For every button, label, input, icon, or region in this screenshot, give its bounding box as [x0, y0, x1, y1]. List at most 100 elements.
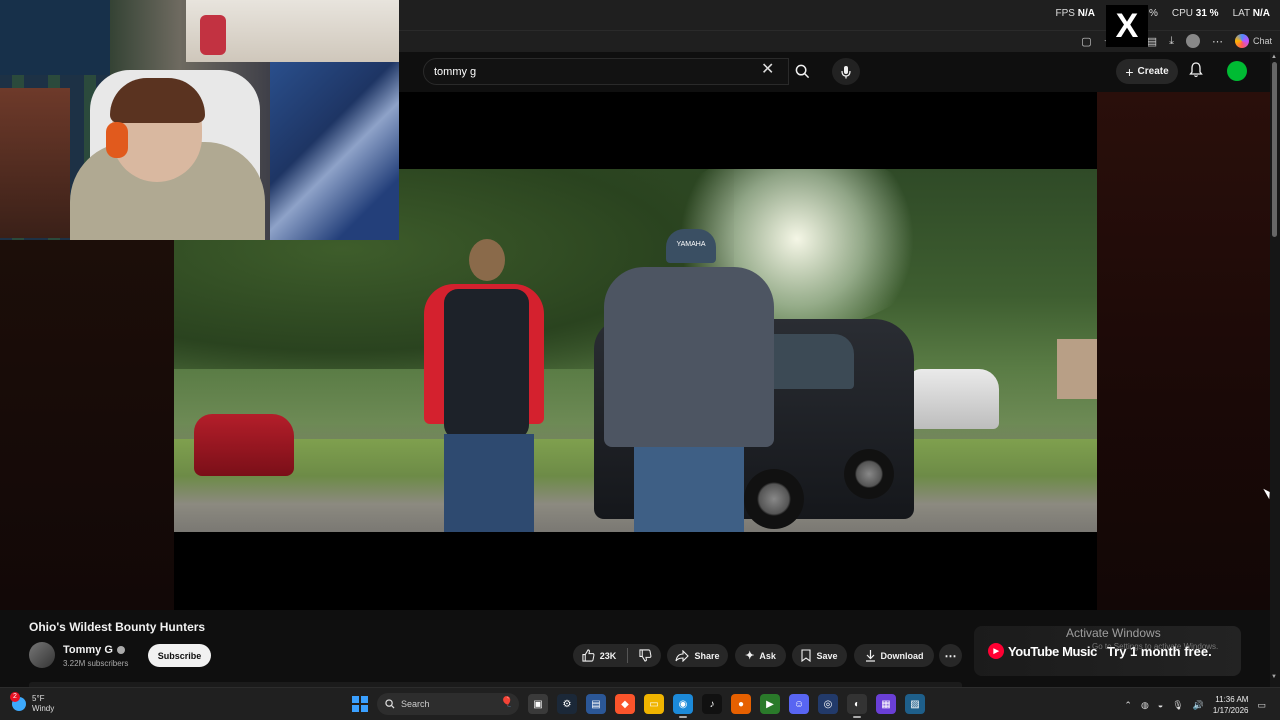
plus-icon: + [1125, 63, 1134, 80]
clock[interactable]: 11:36 AM 1/17/2026 [1213, 694, 1249, 716]
video-suv-wheel [844, 449, 894, 499]
ask-button[interactable]: ✦ Ask [735, 644, 786, 667]
microphone-tray-icon[interactable]: 🎙 [1172, 700, 1183, 711]
app-icon[interactable]: ◎ [818, 694, 838, 714]
like-divider [627, 648, 629, 663]
steam-icon[interactable]: ⚙ [557, 694, 577, 714]
screen: FPS N/A % CPU 31 % LAT N/A ▢ ☆ ⟳ ▤ ⤓ ⋯ C… [0, 0, 1280, 720]
download-icon [865, 650, 875, 662]
scroll-up-icon[interactable]: ▲ [1271, 54, 1277, 60]
video-person-cap: YAMAHA [666, 229, 716, 263]
clock-date: 1/17/2026 [1212, 706, 1249, 715]
video-person-hoodie-body [604, 267, 774, 447]
volume-icon[interactable]: 🔊 [1193, 700, 1204, 711]
download-label: Download [880, 650, 924, 661]
like-button[interactable]: 23K [582, 649, 617, 662]
split-screen-icon[interactable]: ▢ [1081, 35, 1091, 48]
downloads-icon[interactable]: ⤓ [1169, 35, 1174, 48]
webcam-streamer [70, 78, 265, 240]
cpu-stat: CPU 31 % [1172, 8, 1219, 19]
clear-search-icon[interactable]: ✕ [761, 62, 774, 78]
channel-name: Tommy G [63, 644, 113, 656]
video-info: Ohio's Wildest Bounty Hunters Tommy G 3.… [0, 610, 1270, 687]
bookmark-icon [801, 649, 812, 662]
notifications-button[interactable] [1189, 62, 1203, 83]
more-options-icon[interactable]: ⋯ [1212, 35, 1223, 48]
headset-icon [106, 122, 128, 158]
collections-icon[interactable]: ▤ [1147, 35, 1157, 48]
tiktok-icon[interactable]: ♪ [702, 694, 722, 714]
more-actions-button[interactable]: ⋯ [939, 644, 962, 667]
video-white-suv [909, 369, 999, 429]
search-button[interactable] [787, 58, 817, 85]
notifications-tray-icon[interactable]: ▭ [1257, 700, 1266, 711]
discord-icon[interactable]: ☺ [789, 694, 809, 714]
subscribe-button[interactable]: Subscribe [148, 644, 211, 667]
steam-tray-icon[interactable]: ◍ [1141, 700, 1149, 711]
notepad-icon[interactable]: ▤ [586, 694, 606, 714]
scroll-down-icon[interactable]: ▼ [1271, 674, 1277, 680]
copilot-chat-button[interactable]: Chat [1234, 34, 1272, 48]
search-input[interactable]: tommy g [423, 58, 789, 85]
video-person-vest [414, 239, 554, 532]
video-person-head [469, 239, 505, 281]
youtube-header: tommy g ✕ + Create [399, 52, 1270, 92]
performance-overlay: FPS N/A % CPU 31 % LAT N/A [1055, 8, 1270, 19]
video-person-hoodie: YAMAHA [604, 229, 774, 532]
youtube-music-logo: ▶ YouTube Music [988, 643, 1097, 659]
chevron-up-icon[interactable]: ⌃ [1124, 700, 1132, 711]
video-person-jeans [634, 447, 744, 532]
video-title: Ohio's Wildest Bounty Hunters [29, 620, 206, 634]
page-scrollbar[interactable]: ▲ ▼ [1270, 52, 1280, 687]
ask-label: Ask [759, 650, 776, 661]
channel-name-link[interactable]: Tommy G [63, 644, 125, 656]
more-horizontal-icon: ⋯ [944, 648, 957, 663]
activate-windows-watermark: Activate Windows [1066, 626, 1161, 640]
edge-icon[interactable]: ◉ [673, 694, 693, 718]
firefox-icon[interactable]: ● [731, 694, 751, 714]
profile-avatar-icon[interactable] [1185, 34, 1200, 48]
file-explorer-icon[interactable]: ▭ [644, 694, 664, 714]
voice-search-button[interactable] [832, 58, 860, 85]
create-button[interactable]: + Create [1116, 59, 1178, 84]
webcam-lightning-poster [270, 62, 399, 240]
save-button[interactable]: Save [792, 644, 847, 667]
task-view-icon[interactable]: ▣ [528, 694, 548, 714]
search-query: tommy g [434, 65, 477, 78]
ambient-glow-right [1097, 92, 1270, 610]
download-button[interactable]: Download [854, 644, 934, 667]
dislike-button[interactable] [639, 649, 652, 662]
scroll-thumb[interactable] [1272, 62, 1277, 237]
brave-icon[interactable]: ◆ [615, 694, 635, 714]
share-button[interactable]: Share [667, 644, 728, 667]
gpu-partial: % [1148, 8, 1158, 19]
lat-value: N/A [1252, 8, 1270, 19]
fps-value: N/A [1077, 8, 1095, 19]
lat-label: LAT [1232, 8, 1250, 19]
like-count: 23K [599, 650, 617, 661]
webcam-figure [200, 15, 226, 55]
video-person-legs [444, 434, 534, 532]
system-tray: ⌃ ◍ ◒ 🎙 🔊 11:36 AM 1/17/2026 ▭ [1124, 694, 1266, 716]
nvidia-icon[interactable]: ▶ [760, 694, 780, 714]
search-icon [385, 699, 395, 709]
chat-label: Chat [1252, 36, 1272, 46]
network-tray-icon[interactable]: ◒ [1158, 700, 1163, 710]
share-icon [675, 649, 690, 662]
webcam-poster [0, 0, 110, 75]
webcam-hair [110, 78, 205, 123]
weather-widget[interactable]: 2 5°F Windy [10, 692, 54, 714]
channel-avatar[interactable] [29, 642, 55, 668]
obs-icon[interactable]: ◐ [847, 694, 867, 718]
grid-app-icon[interactable]: ▦ [876, 694, 896, 714]
photos-icon[interactable]: ▨ [905, 694, 925, 714]
search-icon [795, 64, 809, 79]
taskbar-search[interactable]: Search 🎈 [377, 693, 519, 715]
weather-icon: 2 [10, 692, 26, 711]
subscriber-count: 3.22M subscribers [63, 659, 129, 668]
fps-label: FPS [1055, 8, 1075, 19]
clock-time: 11:36 AM [1215, 695, 1249, 704]
windows-start-icon[interactable] [352, 696, 368, 712]
x-logo-icon: X [1106, 5, 1148, 47]
account-avatar[interactable] [1227, 61, 1247, 81]
